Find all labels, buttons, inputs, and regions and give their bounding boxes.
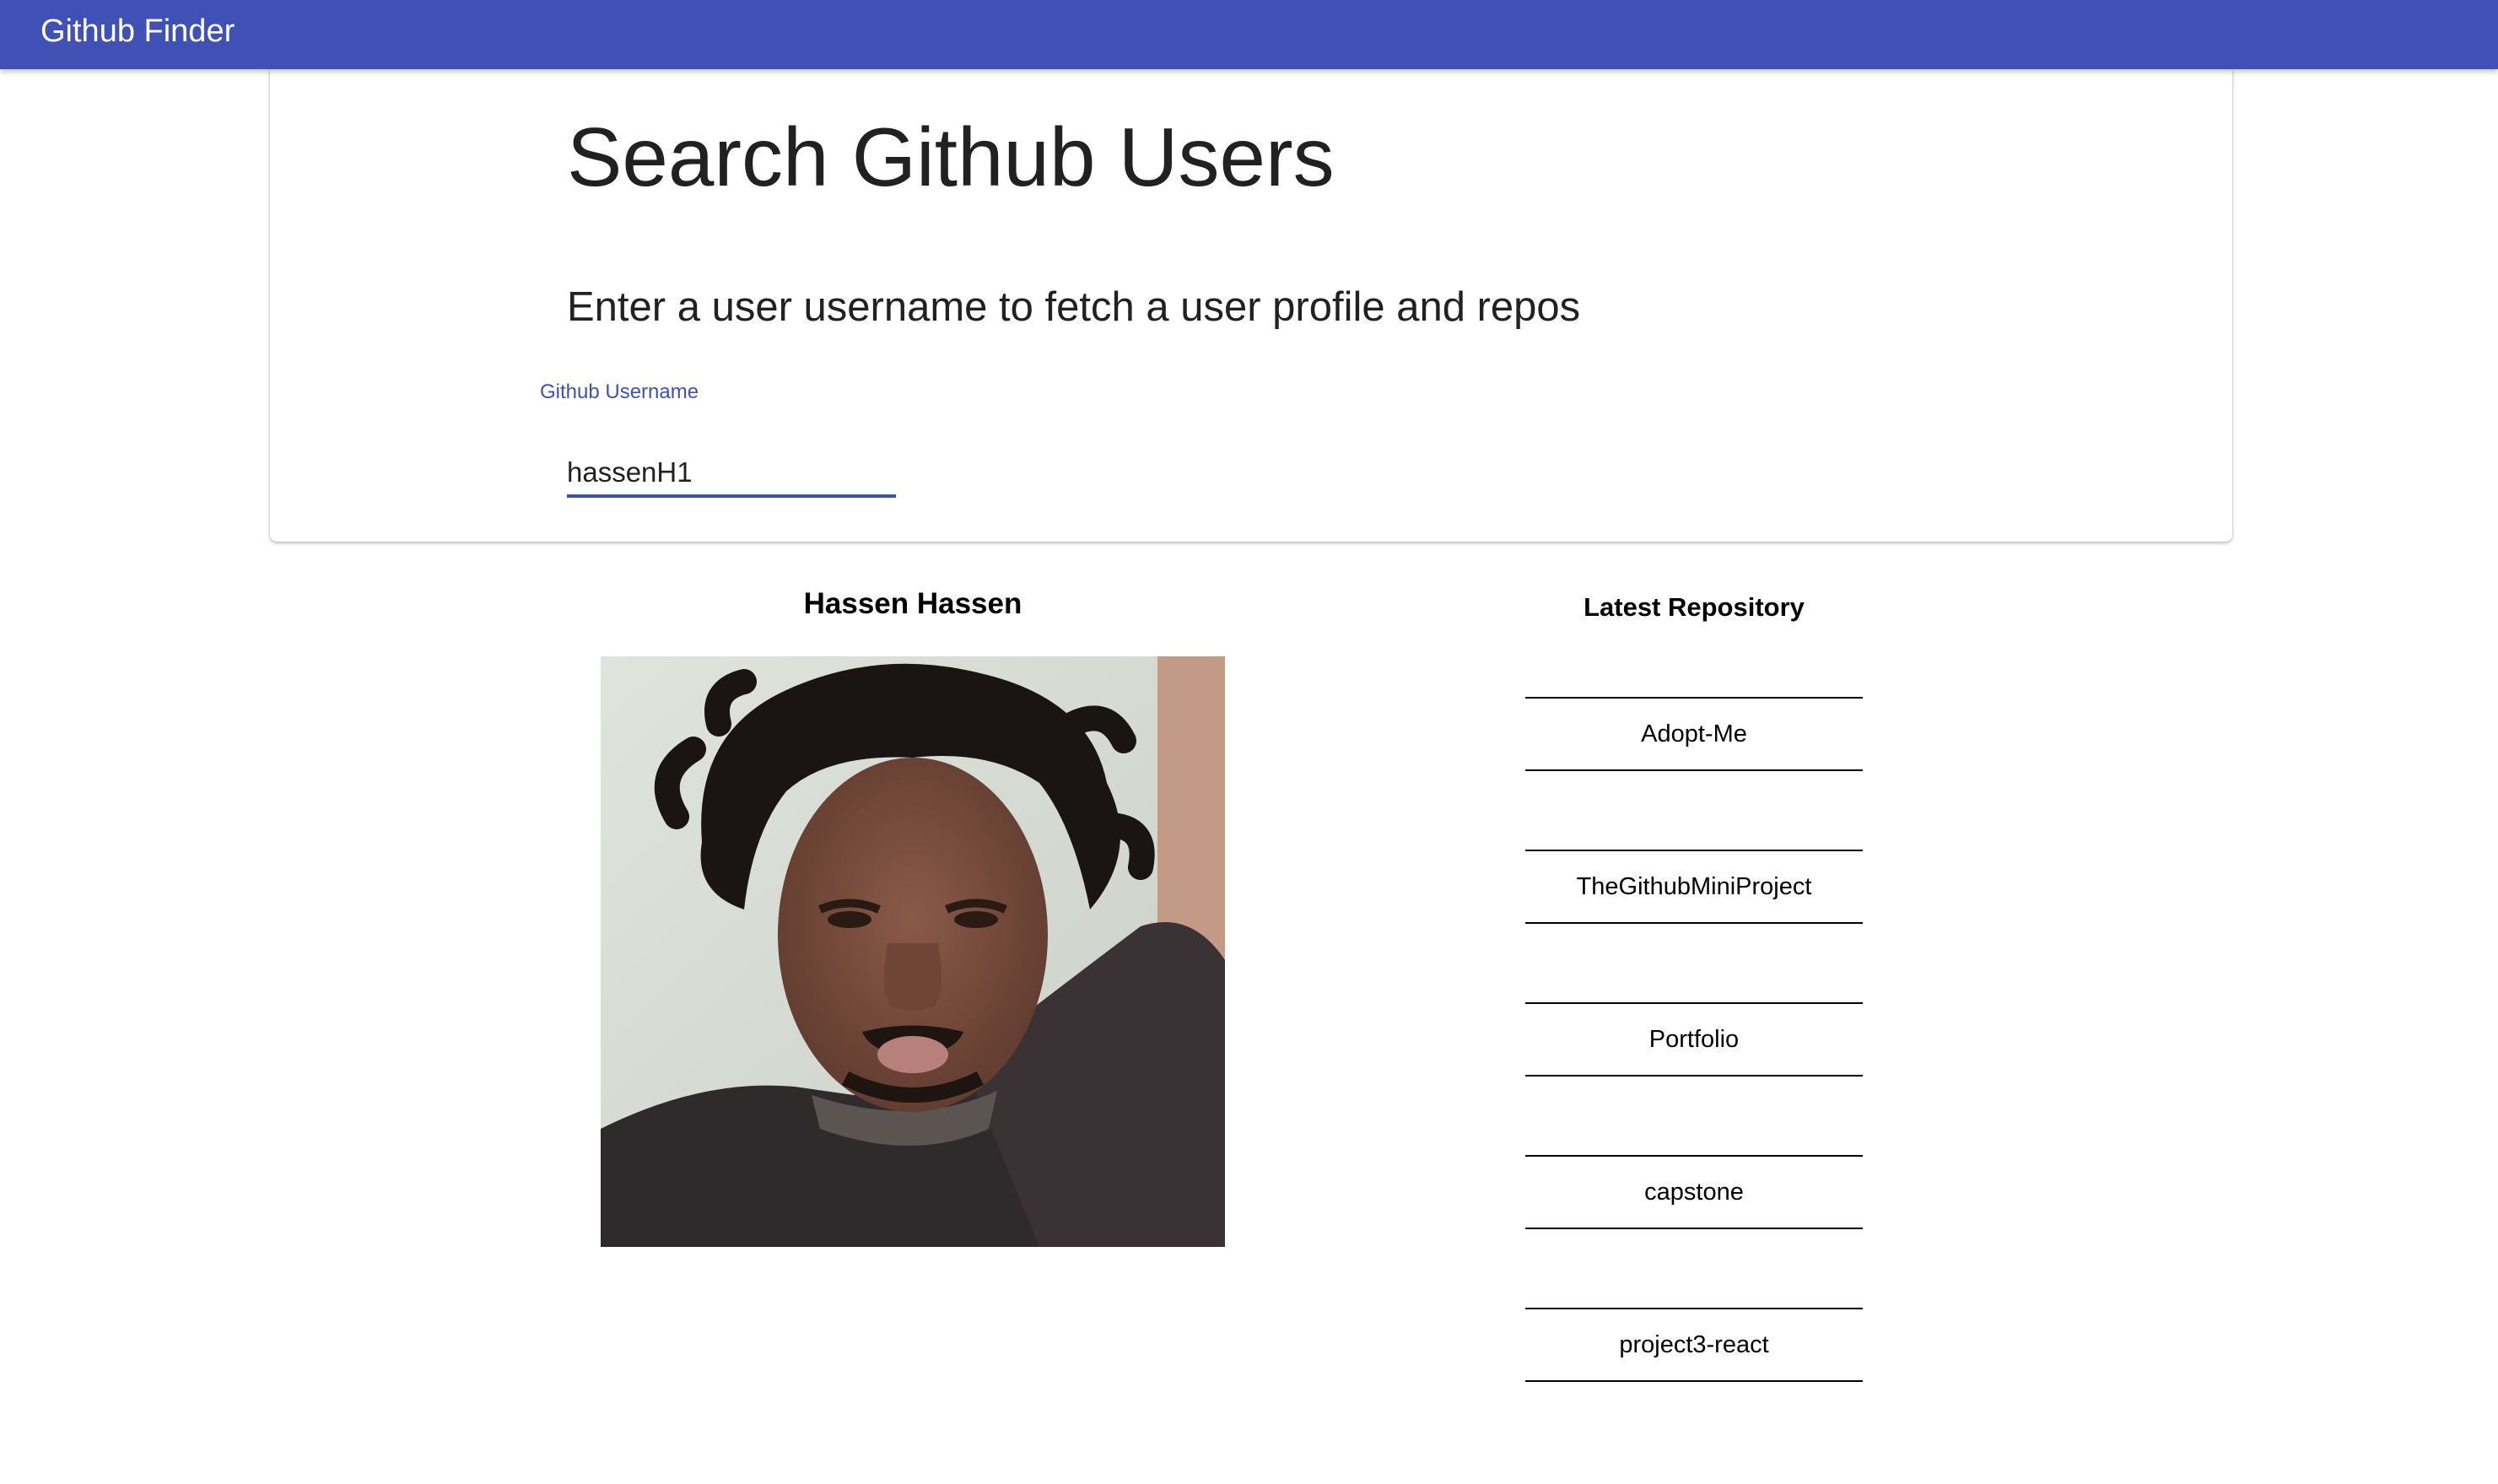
latest-repository-heading: Latest Repository — [1584, 592, 1805, 622]
user-avatar-photo-icon — [601, 656, 1225, 1247]
repository-item[interactable]: project3-react — [1525, 1308, 1863, 1382]
app-title: Github Finder — [40, 13, 235, 49]
username-field-label: Github Username — [540, 380, 699, 403]
repository-item[interactable]: TheGithubMiniProject — [1525, 850, 1863, 924]
search-card: Search Github Users Enter a user usernam… — [270, 69, 2232, 542]
username-input[interactable] — [567, 451, 896, 498]
avatar — [601, 656, 1225, 1247]
page-title: Search Github Users — [567, 111, 1335, 203]
profile-name: Hassen Hassen — [803, 587, 1022, 620]
repository-item[interactable]: Portfolio — [1525, 1002, 1863, 1077]
repository-item[interactable]: capstone — [1525, 1155, 1863, 1229]
app-bar: Github Finder — [0, 0, 2498, 69]
repository-item[interactable]: Adopt-Me — [1525, 697, 1863, 771]
page-subtitle: Enter a user username to fetch a user pr… — [567, 284, 1581, 330]
